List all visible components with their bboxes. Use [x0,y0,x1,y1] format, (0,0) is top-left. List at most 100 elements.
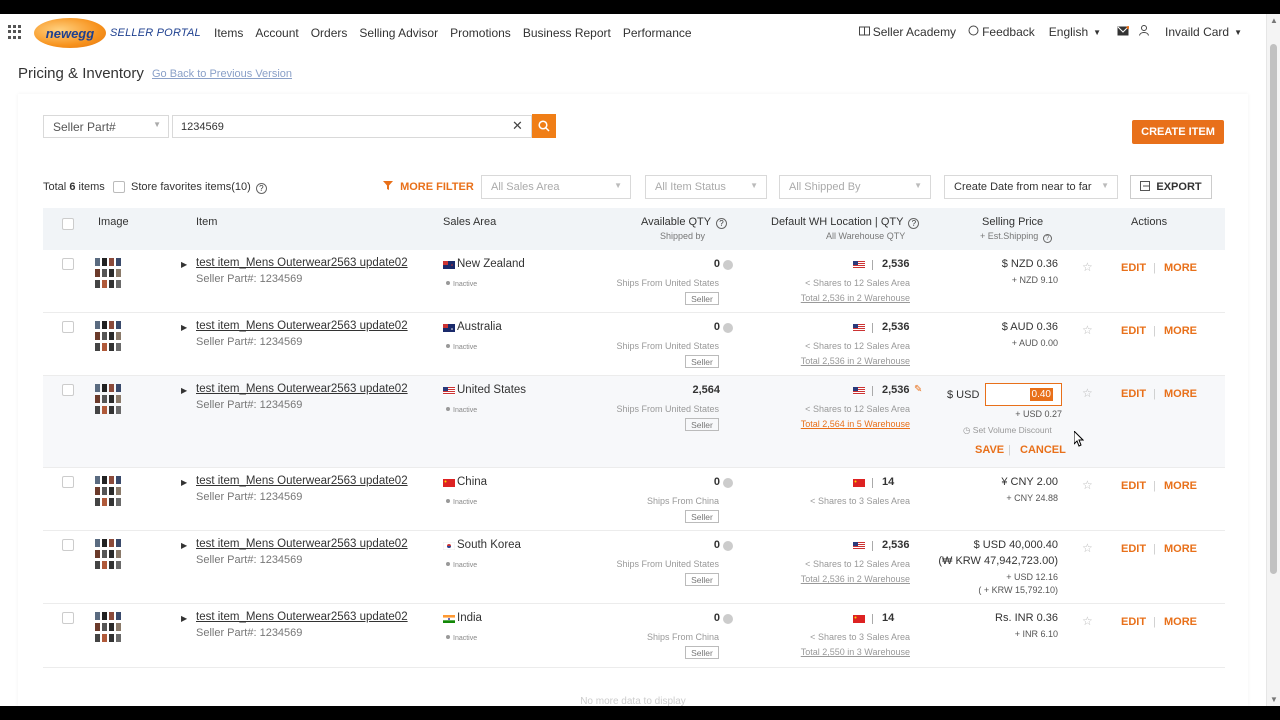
product-thumbnail[interactable] [93,256,139,294]
volume-discount-link[interactable]: ◷ Set Volume Discount [963,425,1052,436]
warehouse-total-link[interactable]: Total 2,536 in 2 Warehouse [801,574,910,584]
language-select[interactable]: English ▼ [1049,25,1101,39]
help-icon[interactable]: ? [908,218,920,229]
edit-button[interactable]: EDIT [1121,616,1146,628]
expand-row-icon[interactable]: ▶ [181,541,187,550]
flag-us-icon [853,542,865,550]
row-checkbox[interactable] [62,612,74,624]
row-checkbox[interactable] [62,321,74,333]
favorite-star-icon[interactable]: ☆ [1082,386,1093,400]
product-thumbnail[interactable] [93,474,139,512]
warehouse-total-link[interactable]: Total 2,550 in 3 Warehouse [801,647,910,657]
item-title-link[interactable]: test item_Mens Outerwear2563 update02 [196,257,408,269]
row-checkbox[interactable] [62,539,74,551]
nav-selling-advisor[interactable]: Selling Advisor [359,26,438,40]
scroll-down-icon[interactable]: ▼ [1270,695,1278,704]
product-thumbnail[interactable] [93,610,139,648]
warehouse-total-link[interactable]: Total 2,536 in 2 Warehouse [801,293,910,303]
newegg-logo[interactable]: newegg SELLER PORTAL [34,16,201,50]
price-input[interactable]: 0.40 [985,383,1062,406]
item-title-link[interactable]: test item_Mens Outerwear2563 update02 [196,320,408,332]
edit-button[interactable]: EDIT [1121,325,1146,337]
row-checkbox[interactable] [62,476,74,488]
sort-select[interactable]: Create Date from near to far ▼ [944,175,1118,199]
search-button[interactable] [532,114,556,138]
clear-icon[interactable]: ✕ [512,118,523,134]
status-badge: Inactive [446,407,477,414]
cancel-button[interactable]: CANCEL [1020,444,1066,456]
product-thumbnail[interactable] [93,319,139,357]
create-item-button[interactable]: CREATE ITEM [1132,120,1224,144]
help-icon[interactable]: ? [715,218,727,229]
more-button[interactable]: MORE [1164,388,1197,400]
product-thumbnail[interactable] [93,382,139,420]
select-all-checkbox[interactable] [62,218,74,230]
export-button[interactable]: EXPORT [1130,175,1212,199]
item-title-link[interactable]: test item_Mens Outerwear2563 update02 [196,611,408,623]
back-to-previous-version-link[interactable]: Go Back to Previous Version [152,68,292,80]
nav-business-report[interactable]: Business Report [523,26,611,40]
more-button[interactable]: MORE [1164,325,1197,337]
nav-account[interactable]: Account [255,26,298,40]
search-field-select[interactable]: Seller Part# ▼ [43,115,169,138]
help-icon[interactable]: ? [255,183,267,194]
edit-button[interactable]: EDIT [1121,480,1146,492]
flag-india-icon [443,615,455,623]
row-checkbox[interactable] [62,384,74,396]
scroll-up-icon[interactable]: ▲ [1270,16,1278,25]
favorites-checkbox[interactable] [113,181,125,193]
feedback-link[interactable]: Feedback [968,25,1035,39]
favorite-star-icon[interactable]: ☆ [1082,260,1093,274]
selling-price: $ USD 40,000.40 [973,539,1058,551]
account-label: Invaild Card [1165,25,1230,39]
apps-grid-icon[interactable] [8,25,22,39]
edit-button[interactable]: EDIT [1121,262,1146,274]
shipped-by-filter[interactable]: All Shipped By ▼ [779,175,931,199]
favorite-star-icon[interactable]: ☆ [1082,614,1093,628]
warehouse-qty: 14 [882,476,895,488]
expand-row-icon[interactable]: ▶ [181,323,187,332]
search-input[interactable]: 1234569 [172,115,532,138]
save-button[interactable]: SAVE [975,444,1004,456]
edit-button[interactable]: EDIT [1121,388,1146,400]
expand-row-icon[interactable]: ▶ [181,478,187,487]
more-button[interactable]: MORE [1164,616,1197,628]
edit-button[interactable]: EDIT [1121,543,1146,555]
vertical-scrollbar[interactable]: ▲ ▼ [1266,14,1280,706]
expand-row-icon[interactable]: ▶ [181,386,187,395]
warehouse-total-link[interactable]: Total 2,536 in 2 Warehouse [801,356,910,366]
item-title-link[interactable]: test item_Mens Outerwear2563 update02 [196,383,408,395]
favorite-star-icon[interactable]: ☆ [1082,541,1093,555]
expand-row-icon[interactable]: ▶ [181,614,187,623]
more-filter-button[interactable]: MORE FILTER [383,181,474,193]
sales-area-placeholder: All Sales Area [491,181,560,193]
pencil-icon[interactable]: ✎ [914,384,922,395]
shipping-price: + USD 12.16 [1006,572,1058,582]
sales-area-filter[interactable]: All Sales Area ▼ [481,175,631,199]
favorite-star-icon[interactable]: ☆ [1082,478,1093,492]
warehouse-total-link[interactable]: Total 2,564 in 5 Warehouse [801,419,910,429]
nav-items[interactable]: Items [214,26,243,40]
ships-from: Ships From United States [616,341,719,351]
more-button[interactable]: MORE [1164,480,1197,492]
row-checkbox[interactable] [62,258,74,270]
seller-academy-link[interactable]: Seller Academy [858,25,956,39]
expand-row-icon[interactable]: ▶ [181,260,187,269]
mail-button[interactable] [1117,25,1130,39]
chat-icon [968,25,979,39]
item-title-link[interactable]: test item_Mens Outerwear2563 update02 [196,538,408,550]
help-icon[interactable]: ? [1042,234,1052,243]
item-status-filter[interactable]: All Item Status ▼ [645,175,767,199]
scrollbar-thumb[interactable] [1270,44,1277,574]
more-button[interactable]: MORE [1164,543,1197,555]
nav-orders[interactable]: Orders [311,26,348,40]
account-select[interactable]: Invaild Card ▼ [1165,25,1242,39]
more-button[interactable]: MORE [1164,262,1197,274]
nav-promotions[interactable]: Promotions [450,26,511,40]
item-title-link[interactable]: test item_Mens Outerwear2563 update02 [196,475,408,487]
user-button[interactable] [1139,25,1150,39]
wh-separator [872,323,873,333]
product-thumbnail[interactable] [93,537,139,575]
nav-performance[interactable]: Performance [623,26,692,40]
favorite-star-icon[interactable]: ☆ [1082,323,1093,337]
